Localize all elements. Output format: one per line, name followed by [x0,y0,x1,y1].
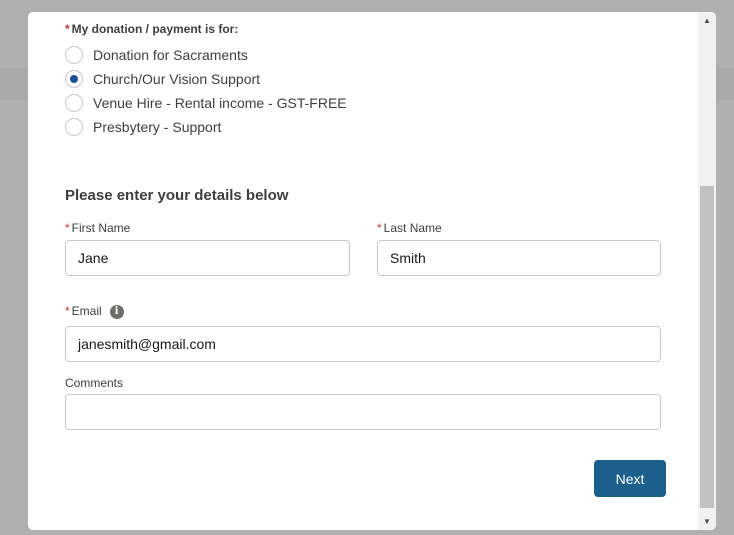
details-section-title: Please enter your details below [65,187,289,204]
scroll-down-icon[interactable]: ▼ [698,513,716,530]
payment-purpose-radio-group: Donation for Sacraments Church/Our Visio… [65,43,347,139]
radio-label: Venue Hire - Rental income - GST-FREE [93,95,347,111]
first-name-label: * First Name [65,221,131,235]
last-name-input[interactable]: Smith [377,240,661,276]
radio-button-selected[interactable] [65,70,83,88]
radio-option-sacraments[interactable]: Donation for Sacraments [65,43,347,67]
radio-button[interactable] [65,46,83,64]
next-button[interactable]: Next [594,460,666,497]
payment-purpose-label: * My donation / payment is for: [65,22,239,36]
radio-label: Donation for Sacraments [93,47,248,63]
modal-content: * My donation / payment is for: Donation … [28,12,698,530]
scroll-up-icon[interactable]: ▲ [698,12,716,29]
scroll-thumb[interactable] [700,186,714,508]
radio-option-church-vision[interactable]: Church/Our Vision Support [65,67,347,91]
radio-option-presbytery[interactable]: Presbytery - Support [65,115,347,139]
donation-modal: * My donation / payment is for: Donation … [28,12,716,530]
first-name-input[interactable]: Jane [65,240,350,276]
email-label: * Email i [65,304,124,319]
required-marker: * [377,221,382,235]
radio-label: Presbytery - Support [93,119,222,135]
required-marker: * [65,304,70,318]
last-name-label: * Last Name [377,221,442,235]
email-input[interactable]: janesmith@gmail.com [65,326,661,362]
radio-label: Church/Our Vision Support [93,71,261,87]
info-icon[interactable]: i [109,304,124,319]
radio-button[interactable] [65,118,83,136]
scrollbar[interactable]: ▲ ▼ [698,12,716,530]
comments-label: Comments [65,376,124,390]
comments-input[interactable] [65,394,661,430]
required-marker: * [65,221,70,235]
radio-button[interactable] [65,94,83,112]
radio-option-venue-hire[interactable]: Venue Hire - Rental income - GST-FREE [65,91,347,115]
required-marker: * [65,22,70,36]
